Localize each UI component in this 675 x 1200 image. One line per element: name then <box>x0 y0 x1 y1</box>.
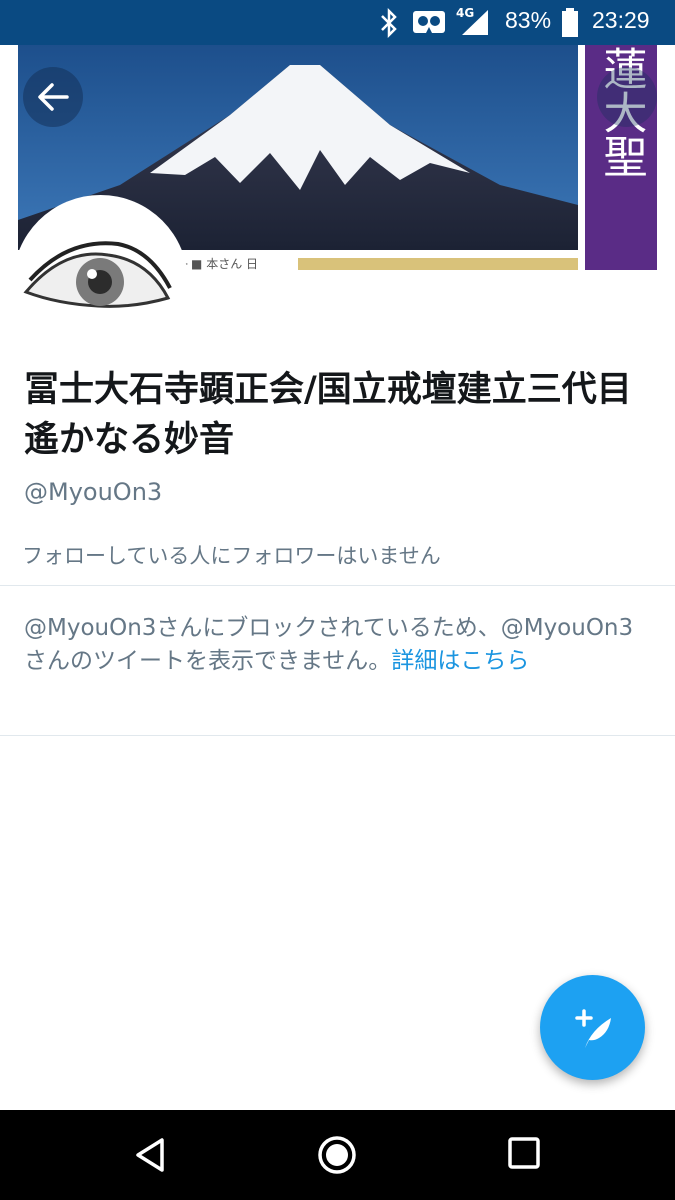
battery-icon <box>562 8 578 37</box>
divider <box>0 585 675 586</box>
blocked-message-text: @MyouOn3さんにブロックされているため、@MyouOn3さんのツイートを表… <box>24 615 634 674</box>
overflow-menu-button[interactable] <box>597 67 657 127</box>
avatar[interactable] <box>18 200 183 365</box>
bluetooth-icon <box>381 8 397 38</box>
svg-text:─ ■ 本さん 日: ─ ■ 本さん 日 <box>179 257 258 270</box>
learn-more-link[interactable]: 詳細はこちら <box>391 648 529 674</box>
user-handle: @MyouOn3 <box>24 478 163 506</box>
divider <box>0 735 675 736</box>
arrow-left-icon <box>38 83 69 111</box>
compose-tweet-icon <box>574 1008 611 1048</box>
compose-tweet-button[interactable] <box>540 975 645 1080</box>
back-icon[interactable] <box>132 1135 172 1175</box>
clock: 23:29 <box>592 7 650 33</box>
home-icon[interactable] <box>316 1135 358 1177</box>
followers-you-know-note: フォローしている人にフォロワーはいません <box>22 544 441 568</box>
display-name: 冨士大石寺顕正会/国立戒壇建立三代目遙かなる妙音 <box>24 370 632 460</box>
system-nav-bar <box>0 1110 675 1200</box>
vr-icon <box>413 11 445 33</box>
back-button[interactable] <box>23 67 83 127</box>
battery-percentage: 83% <box>505 7 552 33</box>
blocked-message: @MyouOn3さんにブロックされているため、@MyouOn3さんのツイートを表… <box>24 612 654 678</box>
signal-icon <box>462 10 488 35</box>
status-bar: 4G 83% 23:29 <box>0 0 675 45</box>
recents-icon[interactable] <box>506 1135 544 1173</box>
eye-avatar-image <box>18 200 183 365</box>
